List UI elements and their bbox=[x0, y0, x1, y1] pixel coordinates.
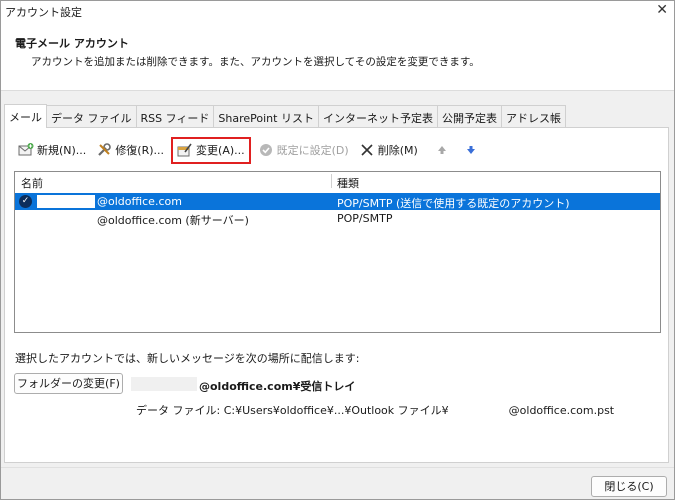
data-file-prefix: データ ファイル: C:¥Users¥oldoffice¥...¥Outlook… bbox=[136, 404, 449, 417]
redacted-folder-prefix bbox=[131, 377, 197, 391]
account-row[interactable]: ✓ @oldoffice.com POP/SMTP (送信で使用する既定のアカウ… bbox=[15, 193, 660, 210]
close-window-icon[interactable]: ✕ bbox=[656, 2, 668, 18]
repair-tools-icon bbox=[96, 142, 112, 158]
data-file-path: データ ファイル: C:¥Users¥oldoffice¥...¥Outlook… bbox=[136, 402, 614, 418]
account-toolbar: 新規(N)... 修復(R)... 変更(A)... 既定に設定(D) 削除(M… bbox=[15, 136, 489, 164]
set-default-button[interactable]: 既定に設定(D) bbox=[255, 139, 352, 161]
account-settings-window: アカウント設定 ✕ 電子メール アカウント アカウントを追加または削除できます。… bbox=[0, 0, 675, 500]
move-up-button[interactable] bbox=[431, 139, 456, 161]
change-folder-button[interactable]: フォルダーの変更(F) bbox=[14, 373, 123, 394]
account-name: @oldoffice.com (新サーバー) bbox=[97, 214, 249, 227]
new-account-button[interactable]: 新規(N)... bbox=[15, 139, 89, 161]
window-title: アカウント設定 bbox=[5, 6, 82, 19]
arrow-down-icon bbox=[463, 142, 479, 158]
data-file-suffix: @oldoffice.com.pst bbox=[508, 404, 615, 417]
arrow-up-icon bbox=[434, 142, 450, 158]
dialog-header: 電子メール アカウント アカウントを追加または削除できます。また、アカウントを選… bbox=[1, 21, 674, 91]
redacted-name bbox=[37, 212, 95, 225]
change-account-label: 変更(A)... bbox=[196, 144, 245, 157]
tab-internet-calendars[interactable]: インターネット予定表 bbox=[317, 105, 438, 127]
column-header-name[interactable]: 名前 bbox=[21, 172, 43, 190]
check-circle-icon bbox=[258, 142, 274, 158]
repair-account-label: 修復(R)... bbox=[115, 144, 165, 157]
tab-data-files[interactable]: データ ファイル bbox=[46, 105, 137, 127]
change-account-button[interactable]: 変更(A)... bbox=[171, 136, 251, 164]
move-down-button[interactable] bbox=[460, 139, 485, 161]
delivery-folder-path: @oldoffice.com¥受信トレイ bbox=[199, 380, 356, 393]
tab-mail[interactable]: メール bbox=[4, 104, 47, 128]
new-mail-icon bbox=[18, 142, 34, 158]
close-button[interactable]: 閉じる(C) bbox=[591, 476, 667, 497]
title-bar: アカウント設定 ✕ bbox=[1, 1, 674, 21]
repair-account-button[interactable]: 修復(R)... bbox=[93, 139, 167, 161]
account-name: @oldoffice.com bbox=[97, 195, 182, 208]
redacted-name bbox=[37, 195, 95, 208]
column-divider[interactable] bbox=[331, 174, 332, 188]
account-type: POP/SMTP (送信で使用する既定のアカウント) bbox=[337, 197, 570, 210]
account-type: POP/SMTP bbox=[337, 212, 393, 225]
new-account-label: 新規(N)... bbox=[37, 144, 87, 157]
tab-strip: メール データ ファイル RSS フィード SharePoint リスト インタ… bbox=[4, 104, 566, 128]
footer-separator bbox=[1, 467, 674, 468]
x-icon bbox=[359, 142, 375, 158]
column-header-type[interactable]: 種類 bbox=[337, 172, 359, 190]
remove-account-button[interactable]: 削除(M) bbox=[356, 139, 421, 161]
tab-address-books[interactable]: アドレス帳 bbox=[500, 105, 566, 127]
tab-published-calendars[interactable]: 公開予定表 bbox=[436, 105, 502, 127]
default-account-check-icon: ✓ bbox=[19, 195, 32, 208]
tab-sharepoint-lists[interactable]: SharePoint リスト bbox=[213, 105, 319, 127]
account-list[interactable]: 名前 種類 ✓ @oldoffice.com POP/SMTP (送信で使用する… bbox=[14, 171, 661, 333]
set-default-label: 既定に設定(D) bbox=[276, 144, 349, 157]
change-settings-icon bbox=[177, 142, 193, 158]
remove-account-label: 削除(M) bbox=[377, 144, 418, 157]
tab-rss-feeds[interactable]: RSS フィード bbox=[135, 105, 215, 127]
header-description: アカウントを追加または削除できます。また、アカウントを選択してその設定を変更でき… bbox=[31, 56, 480, 68]
delivery-label: 選択したアカウントでは、新しいメッセージを次の場所に配信します: bbox=[15, 352, 360, 365]
account-row[interactable]: @oldoffice.com (新サーバー) POP/SMTP bbox=[15, 210, 660, 227]
header-title: 電子メール アカウント bbox=[15, 37, 129, 50]
